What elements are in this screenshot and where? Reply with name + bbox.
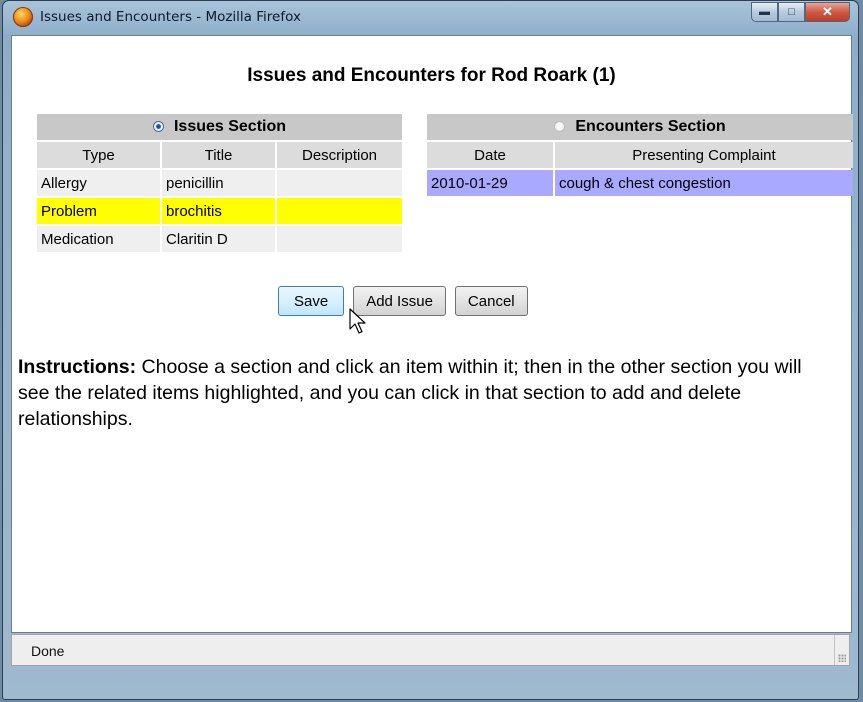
issue-title-cell: brochitis xyxy=(162,198,275,224)
encounter-complaint-cell: cough & chest congestion xyxy=(555,170,853,196)
issue-title-cell: penicillin xyxy=(162,170,275,196)
issue-row-medication[interactable]: Medication Claritin D xyxy=(37,226,402,252)
column-header-title: Title xyxy=(162,142,275,168)
resize-grip-icon[interactable] xyxy=(838,654,846,662)
close-icon: ✕ xyxy=(822,4,833,19)
firefox-icon xyxy=(13,7,33,27)
mouse-pointer-icon xyxy=(349,308,366,334)
issue-row-allergy[interactable]: Allergy penicillin xyxy=(37,170,402,196)
encounters-table: Encounters Section Date Presenting Compl… xyxy=(425,112,855,198)
maximize-button[interactable]: □ xyxy=(778,2,805,22)
page-content: Issues and Encounters for Rod Roark (1) … xyxy=(11,35,855,633)
instructions-body: Choose a section and click an item withi… xyxy=(18,356,802,430)
page-title: Issues and Encounters for Rod Roark (1) xyxy=(247,65,616,86)
issue-description-cell xyxy=(277,226,402,252)
status-separator xyxy=(834,635,835,665)
column-header-date: Date xyxy=(427,142,553,168)
issue-description-cell xyxy=(277,170,402,196)
encounter-row[interactable]: 2010-01-29 cough & chest congestion xyxy=(427,170,853,196)
issues-table: Issues Section Type Title Description Al… xyxy=(35,112,404,254)
column-header-description: Description xyxy=(277,142,402,168)
column-header-presenting-complaint: Presenting Complaint xyxy=(555,142,853,168)
issue-description-cell xyxy=(277,198,402,224)
encounters-section-header[interactable]: Encounters Section xyxy=(427,114,853,140)
status-bar: Done xyxy=(11,634,850,666)
encounters-radio-button[interactable] xyxy=(554,121,566,132)
encounters-section-label: Encounters Section xyxy=(575,118,726,135)
issues-section-label: Issues Section xyxy=(173,118,287,135)
issue-type-cell: Allergy xyxy=(37,170,160,196)
action-buttons: Save Add Issue Cancel xyxy=(278,286,528,316)
status-text: Done xyxy=(31,643,65,659)
cancel-button[interactable]: Cancel xyxy=(454,286,528,316)
issue-title-cell: Claritin D xyxy=(162,226,275,252)
column-header-type: Type xyxy=(37,142,160,168)
issues-section-header[interactable]: Issues Section xyxy=(37,114,402,140)
issue-row-problem[interactable]: Problem brochitis xyxy=(37,198,402,224)
issue-type-cell: Problem xyxy=(37,198,160,224)
instructions-text: Instructions: Choose a section and click… xyxy=(18,354,838,432)
minimize-button[interactable]: ▬ xyxy=(751,2,778,22)
title-bar[interactable]: Issues and Encounters - Mozilla Firefox … xyxy=(3,1,858,35)
instructions-label: Instructions: xyxy=(18,356,137,378)
save-button[interactable]: Save xyxy=(278,286,345,316)
maximize-icon: □ xyxy=(788,6,795,18)
browser-window: Issues and Encounters - Mozilla Firefox … xyxy=(2,0,859,700)
issues-radio-button[interactable] xyxy=(152,121,164,132)
window-title: Issues and Encounters - Mozilla Firefox xyxy=(40,9,301,25)
encounter-date-cell: 2010-01-29 xyxy=(427,170,553,196)
issue-type-cell: Medication xyxy=(37,226,160,252)
window-controls: ▬ □ ✕ xyxy=(751,2,850,24)
close-button[interactable]: ✕ xyxy=(805,2,850,22)
minimize-icon: ▬ xyxy=(759,6,770,18)
